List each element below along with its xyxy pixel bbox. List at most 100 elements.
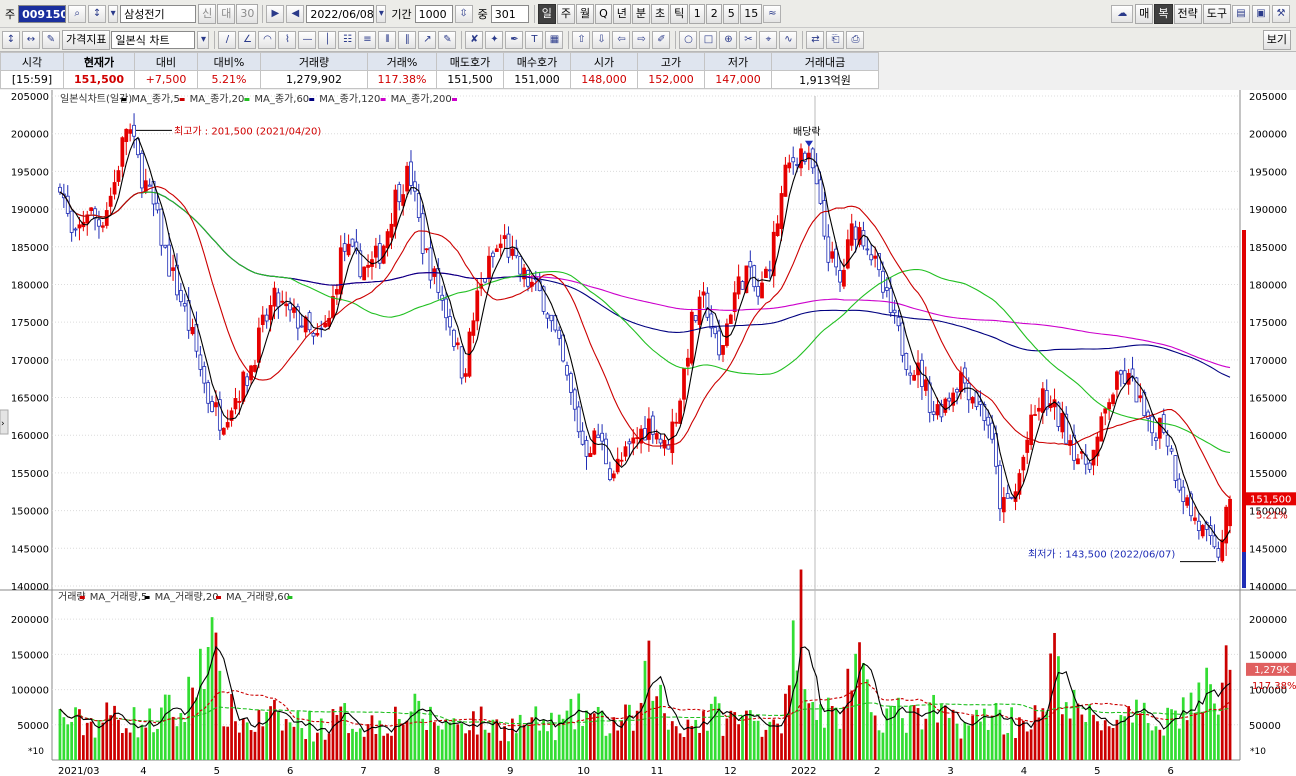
- view-button[interactable]: 보기: [1262, 29, 1291, 50]
- interval-tab[interactable]: 년: [612, 3, 631, 24]
- compare-icon[interactable]: ⇄: [806, 30, 825, 49]
- count-input[interactable]: 301: [490, 4, 529, 23]
- left-arrow-icon[interactable]: ⇦: [612, 30, 631, 49]
- date-dropdown-icon[interactable]: ▾: [376, 4, 387, 23]
- crop-icon[interactable]: ✂: [739, 30, 758, 49]
- candle-body: [338, 247, 343, 295]
- volume-bar: [409, 711, 413, 760]
- interval-tab[interactable]: 초: [651, 3, 670, 24]
- right-arrow-icon[interactable]: ⇨: [632, 30, 651, 49]
- candle-body: [682, 368, 686, 400]
- dividend-annotation: 배당락: [793, 126, 821, 138]
- brush-icon[interactable]: ✒: [505, 30, 524, 49]
- interval-tab[interactable]: 분: [631, 3, 651, 24]
- down-arrow-icon[interactable]: ⇩: [592, 30, 611, 49]
- line-tool-icon[interactable]: /: [218, 30, 237, 49]
- text-tool-icon[interactable]: T: [525, 30, 544, 49]
- vertical-arrows-icon[interactable]: ↕: [2, 30, 20, 49]
- price-legend-item: MA_종가,60: [254, 93, 309, 105]
- interval-tab[interactable]: 5: [723, 3, 740, 24]
- trend-tool-icon[interactable]: ↗: [418, 30, 437, 49]
- export-icon[interactable]: ⎗: [826, 30, 845, 49]
- chart-type-select[interactable]: 일본식 차트: [111, 30, 196, 49]
- arc-tool-icon[interactable]: ◠: [258, 30, 277, 49]
- volume-bar: [725, 718, 729, 760]
- channel-tool-icon[interactable]: ∥: [398, 30, 417, 49]
- candle-body: [1009, 496, 1014, 499]
- note-icon[interactable]: ✐: [652, 30, 671, 49]
- edit-icon[interactable]: ✎: [42, 30, 60, 49]
- volume-bar: [1060, 714, 1064, 760]
- tools-button[interactable]: 도구: [1202, 3, 1231, 24]
- rect-tool-icon[interactable]: □: [699, 30, 718, 49]
- pen-tool-icon[interactable]: ✎: [438, 30, 457, 49]
- fan-tool-icon[interactable]: ⌇: [278, 30, 297, 49]
- horizontal-arrows-icon[interactable]: ↔: [22, 30, 40, 49]
- updown-sort-icon[interactable]: ↕: [88, 4, 107, 23]
- stock-chart[interactable]: 140000 140000 145000 145000 150000 150000 1550…: [0, 90, 1296, 776]
- quote-value-cell: +7,500: [134, 70, 198, 89]
- cycle-tool-icon[interactable]: ⫴: [378, 30, 397, 49]
- price-legend-item: MA_종가,200: [391, 93, 452, 105]
- spinner-icon[interactable]: ⇳: [454, 4, 473, 23]
- fibo-tool-icon[interactable]: ≡: [358, 30, 377, 49]
- volume-bar: [807, 703, 811, 760]
- num-tag-button[interactable]: 30: [236, 3, 259, 24]
- candle-body: [1154, 437, 1158, 442]
- search-icon[interactable]: ⌕: [68, 4, 87, 23]
- back-icon[interactable]: ◀: [286, 4, 305, 23]
- stock-code-input[interactable]: 009150: [18, 4, 67, 23]
- candle-body: [128, 129, 133, 134]
- interval-tab[interactable]: 월: [576, 3, 595, 24]
- period-input[interactable]: 1000: [414, 4, 453, 23]
- interval-tab[interactable]: 주: [556, 3, 575, 24]
- volume-bar: [647, 640, 651, 760]
- angle-tool-icon[interactable]: ∠: [238, 30, 257, 49]
- candle-body: [459, 346, 464, 379]
- print-icon[interactable]: ⎙: [846, 30, 865, 49]
- candle-body: [444, 298, 448, 319]
- zoom-icon[interactable]: ⊕: [719, 30, 738, 49]
- volume-bar: [1053, 632, 1056, 760]
- target-icon[interactable]: ⌖: [759, 30, 778, 49]
- interval-tab[interactable]: 15: [740, 3, 763, 24]
- date-input[interactable]: 2022/06/08: [306, 4, 375, 23]
- zigzag-icon[interactable]: ≈: [763, 4, 782, 23]
- interval-tab[interactable]: 1: [689, 3, 706, 24]
- right-button-2[interactable]: 복: [1154, 3, 1173, 24]
- volume-bar: [514, 733, 518, 760]
- strategy-button[interactable]: 전략: [1173, 3, 1202, 24]
- wrench-icon[interactable]: ⚒: [1272, 4, 1290, 23]
- vline-tool-icon[interactable]: │: [318, 30, 337, 49]
- chart-type-dropdown-icon[interactable]: ▾: [197, 30, 210, 49]
- grid-tool-icon[interactable]: ☷: [338, 30, 357, 49]
- mini-tag-button[interactable]: 대: [217, 3, 236, 24]
- up-arrow-icon[interactable]: ⇧: [572, 30, 591, 49]
- circle-tool-icon[interactable]: ○: [679, 30, 698, 49]
- divider: [214, 30, 216, 49]
- hline-tool-icon[interactable]: —: [298, 30, 317, 49]
- save-icon[interactable]: ▣: [1252, 4, 1270, 23]
- stock-name-field[interactable]: 삼성전기: [120, 4, 197, 23]
- candle-body: [814, 165, 819, 185]
- quote-header-cell: 대비: [134, 52, 198, 71]
- chevron-down-icon[interactable]: ▾: [108, 4, 119, 23]
- play-icon[interactable]: ▶: [266, 4, 285, 23]
- eraser-tool-icon[interactable]: ✘: [465, 30, 484, 49]
- layout-icon[interactable]: ▦: [545, 30, 564, 49]
- candle-body: [526, 270, 530, 287]
- wave-icon[interactable]: ∿: [779, 30, 798, 49]
- interval-tab[interactable]: 일: [537, 3, 556, 24]
- right-button-1[interactable]: 매: [1135, 3, 1154, 24]
- candle-body: [604, 438, 608, 465]
- volume-bar: [908, 706, 912, 760]
- interval-tab[interactable]: Q: [595, 3, 612, 24]
- new-tag-button[interactable]: 신: [198, 3, 217, 24]
- cloud-icon[interactable]: ☁: [1111, 4, 1134, 23]
- interval-tab[interactable]: 틱: [670, 3, 689, 24]
- interval-tab[interactable]: 2: [706, 3, 723, 24]
- volume-bar: [764, 729, 768, 760]
- magnet-icon[interactable]: ✦: [485, 30, 504, 49]
- indicator-button[interactable]: 가격지표: [62, 29, 111, 50]
- folder-icon[interactable]: ▤: [1232, 4, 1250, 23]
